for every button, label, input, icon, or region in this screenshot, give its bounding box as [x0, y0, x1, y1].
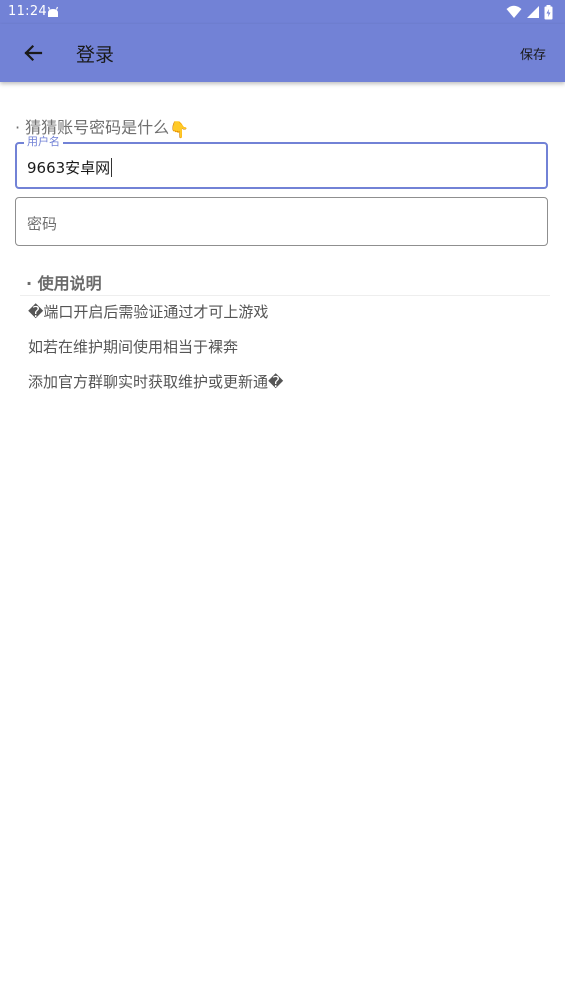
- back-button[interactable]: [16, 36, 50, 70]
- page-title: 登录: [76, 44, 115, 66]
- arrow-left-icon: [24, 44, 43, 62]
- signal-icon: [527, 6, 539, 18]
- status-icons: [506, 4, 553, 20]
- text-cursor: [111, 158, 113, 177]
- password-placeholder: 密码: [27, 215, 58, 233]
- username-field[interactable]: 用户名 9663安卓网: [15, 135, 548, 189]
- instruction-item: 添加官方群聊实时获取维护或更新通�: [28, 373, 284, 391]
- instructions-title: · 使用说明: [26, 274, 102, 293]
- instruction-item: 如若在维护期间使用相当于裸奔: [28, 338, 239, 356]
- app-bar: 登录 保存: [0, 24, 565, 82]
- save-button[interactable]: 保存: [520, 44, 546, 63]
- status-time: 11:24: [8, 4, 47, 19]
- password-field[interactable]: 密码: [15, 197, 548, 246]
- instruction-item: �端口开启后需验证通过才可上游戏: [28, 303, 269, 321]
- username-label: 用户名: [24, 135, 63, 149]
- divider: [20, 295, 550, 296]
- username-input[interactable]: 9663安卓网: [27, 157, 113, 178]
- battery-icon: [544, 4, 553, 19]
- wifi-icon: [506, 5, 522, 18]
- android-icon: [47, 6, 59, 17]
- pointing-down-icon: 👇: [169, 120, 190, 139]
- status-bar: 11:24: [0, 0, 565, 24]
- username-value: 9663安卓网: [27, 159, 111, 177]
